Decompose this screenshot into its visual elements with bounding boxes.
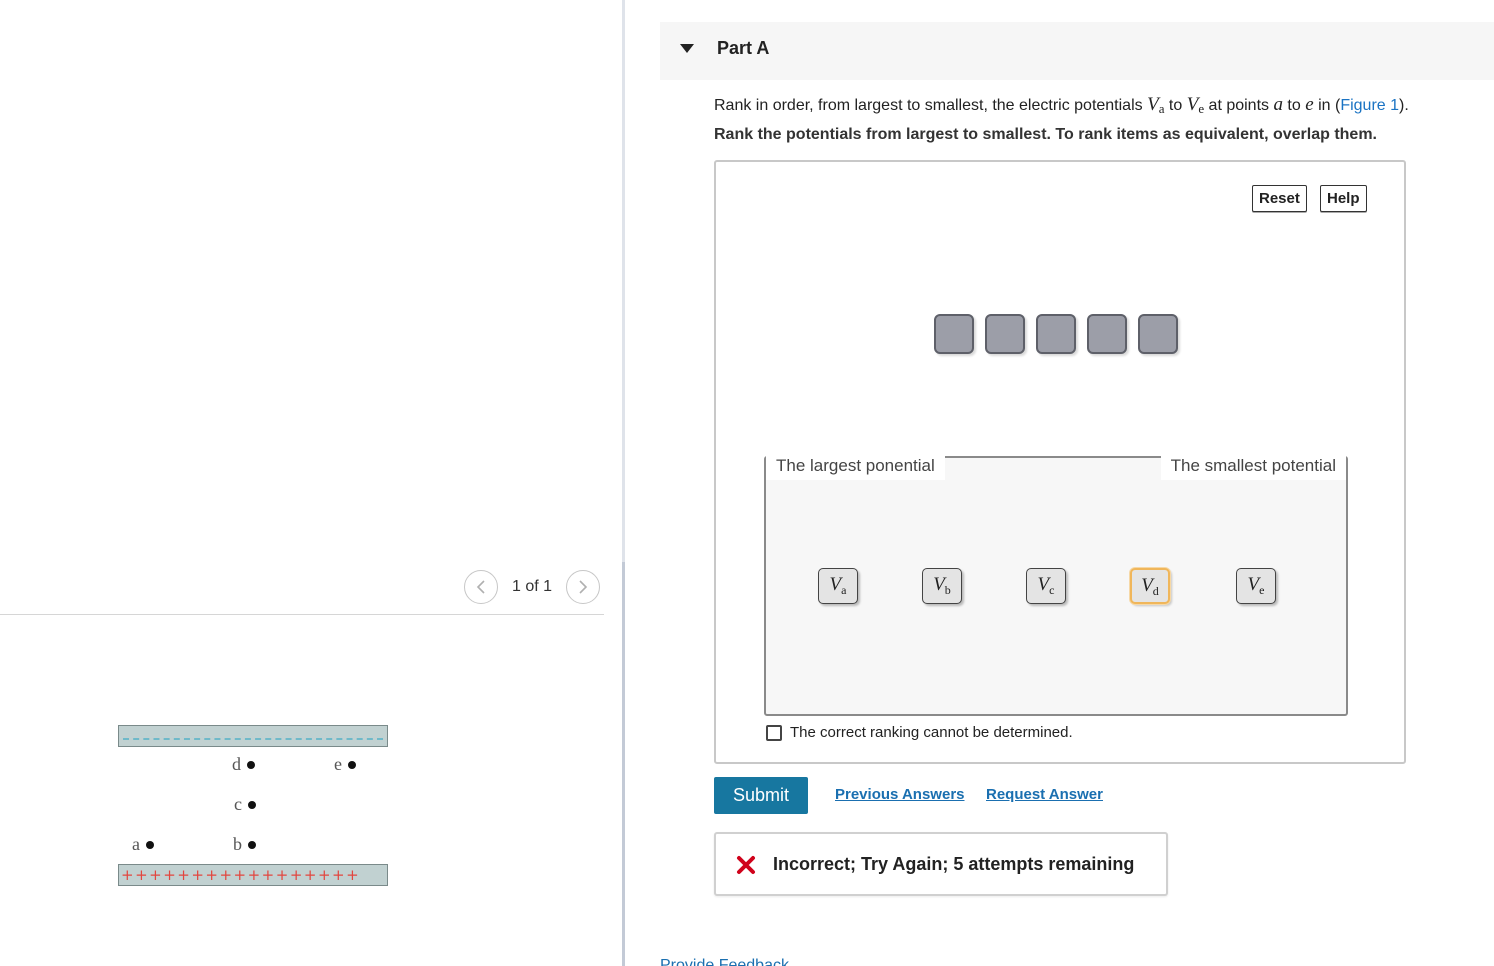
empty-slot[interactable]	[1087, 314, 1127, 354]
potential-va-symbol: Va	[1147, 94, 1164, 116]
rank-item-vb[interactable]: Vb	[922, 568, 962, 604]
ranking-instruction: Rank the potentials from largest to smal…	[714, 126, 1377, 143]
figure-pager: 1 of 1	[464, 570, 601, 604]
question-text-part: in (	[1313, 97, 1341, 114]
cannot-determine-label: The correct ranking cannot be determined…	[790, 724, 1073, 741]
point-c: c	[234, 794, 256, 815]
collapse-caret-icon[interactable]	[680, 44, 694, 53]
reset-button[interactable]: Reset	[1252, 185, 1307, 212]
point-b-dot	[248, 840, 256, 849]
empty-slot[interactable]	[1036, 314, 1076, 354]
negative-plate	[118, 725, 388, 747]
question-text: Rank in order, from largest to smallest,…	[714, 94, 1409, 117]
question-text-part: at points	[1204, 97, 1274, 114]
chip-symbol: V	[933, 574, 945, 595]
rank-item-va[interactable]: Va	[818, 568, 858, 604]
question-text-part: to	[1164, 97, 1187, 114]
point-c-label: c	[234, 794, 242, 814]
feedback-banner: Incorrect; Try Again; 5 attempts remaini…	[714, 832, 1168, 896]
ranking-drop-zone[interactable]: The largest ponential The smallest poten…	[764, 456, 1348, 716]
ranking-widget: Reset Help The largest ponential The sma…	[714, 160, 1406, 764]
question-text-part: Rank in order, from largest to smallest,…	[714, 97, 1148, 114]
figure-counter: 1 of 1	[512, 578, 553, 595]
provide-feedback-link[interactable]: Provide Feedback	[660, 957, 789, 966]
positive-charge-signs: +++++++++++++++++	[121, 866, 361, 884]
point-a: a	[132, 834, 154, 855]
pane-splitter[interactable]	[622, 0, 625, 966]
chip-symbol: V	[1037, 574, 1050, 595]
chip-symbol: V	[829, 574, 842, 595]
point-e-label: e	[334, 754, 342, 774]
request-answer-link[interactable]: Request Answer	[986, 786, 1103, 803]
chip-subscript: a	[841, 583, 847, 597]
chip-subscript: d	[1152, 584, 1159, 598]
rank-item-ve[interactable]: Ve	[1236, 568, 1276, 604]
point-c-dot	[248, 800, 256, 809]
empty-slot[interactable]	[934, 314, 974, 354]
help-button[interactable]: Help	[1320, 185, 1367, 212]
part-title: Part A	[717, 38, 770, 58]
point-e-dot	[348, 760, 356, 769]
figure-pane: 1 of 1 d e c a b +++++++++++++++++	[0, 0, 622, 966]
point-a-dot	[146, 840, 154, 849]
pager-divider	[0, 614, 604, 615]
figure-link[interactable]: Figure 1	[1340, 97, 1399, 114]
cannot-determine-checkbox[interactable]	[766, 724, 782, 741]
chip-subscript: c	[1049, 583, 1055, 597]
chip-symbol: V	[1141, 575, 1153, 596]
chip-symbol: V	[1247, 574, 1260, 595]
capacitor-figure: d e c a b +++++++++++++++++	[110, 718, 400, 893]
empty-slot[interactable]	[985, 314, 1025, 354]
chevron-right-icon	[579, 580, 588, 594]
cannot-determine-option[interactable]: The correct ranking cannot be determined…	[766, 724, 1073, 741]
symbol-letter: V	[1147, 94, 1159, 115]
point-b-label: b	[233, 834, 242, 854]
smallest-label: The smallest potential	[1160, 456, 1346, 480]
largest-label: The largest ponential	[766, 456, 945, 480]
point-d-dot	[247, 760, 255, 769]
point-d-label: d	[232, 754, 241, 774]
negative-charge-dashes	[123, 738, 383, 740]
submit-button[interactable]: Submit	[714, 777, 808, 814]
point-b: b	[233, 834, 256, 855]
point-a-symbol: a	[1273, 94, 1283, 115]
close-icon	[737, 856, 755, 874]
part-header[interactable]: Part A	[660, 22, 1494, 80]
point-d: d	[232, 754, 255, 775]
item-source-slots	[934, 314, 1189, 354]
potential-ve-symbol: Ve	[1186, 94, 1204, 116]
empty-slot[interactable]	[1138, 314, 1178, 354]
feedback-message: Incorrect; Try Again; 5 attempts remaini…	[773, 854, 1135, 874]
rank-item-vc[interactable]: Vc	[1026, 568, 1066, 604]
question-text-part: to	[1282, 97, 1306, 114]
question-text-part: ).	[1399, 97, 1409, 114]
next-figure-button[interactable]	[566, 570, 601, 604]
previous-answers-link[interactable]: Previous Answers	[835, 786, 965, 803]
symbol-letter: V	[1186, 94, 1199, 115]
chevron-left-icon	[476, 580, 485, 594]
rank-item-vd[interactable]: Vd	[1130, 568, 1170, 604]
positive-plate: +++++++++++++++++	[118, 864, 388, 886]
point-e: e	[334, 754, 356, 775]
prev-figure-button[interactable]	[464, 570, 498, 604]
point-e-symbol: e	[1305, 94, 1314, 115]
chip-subscript: e	[1259, 583, 1265, 597]
point-a-label: a	[132, 834, 140, 854]
chip-subscript: b	[944, 583, 951, 597]
